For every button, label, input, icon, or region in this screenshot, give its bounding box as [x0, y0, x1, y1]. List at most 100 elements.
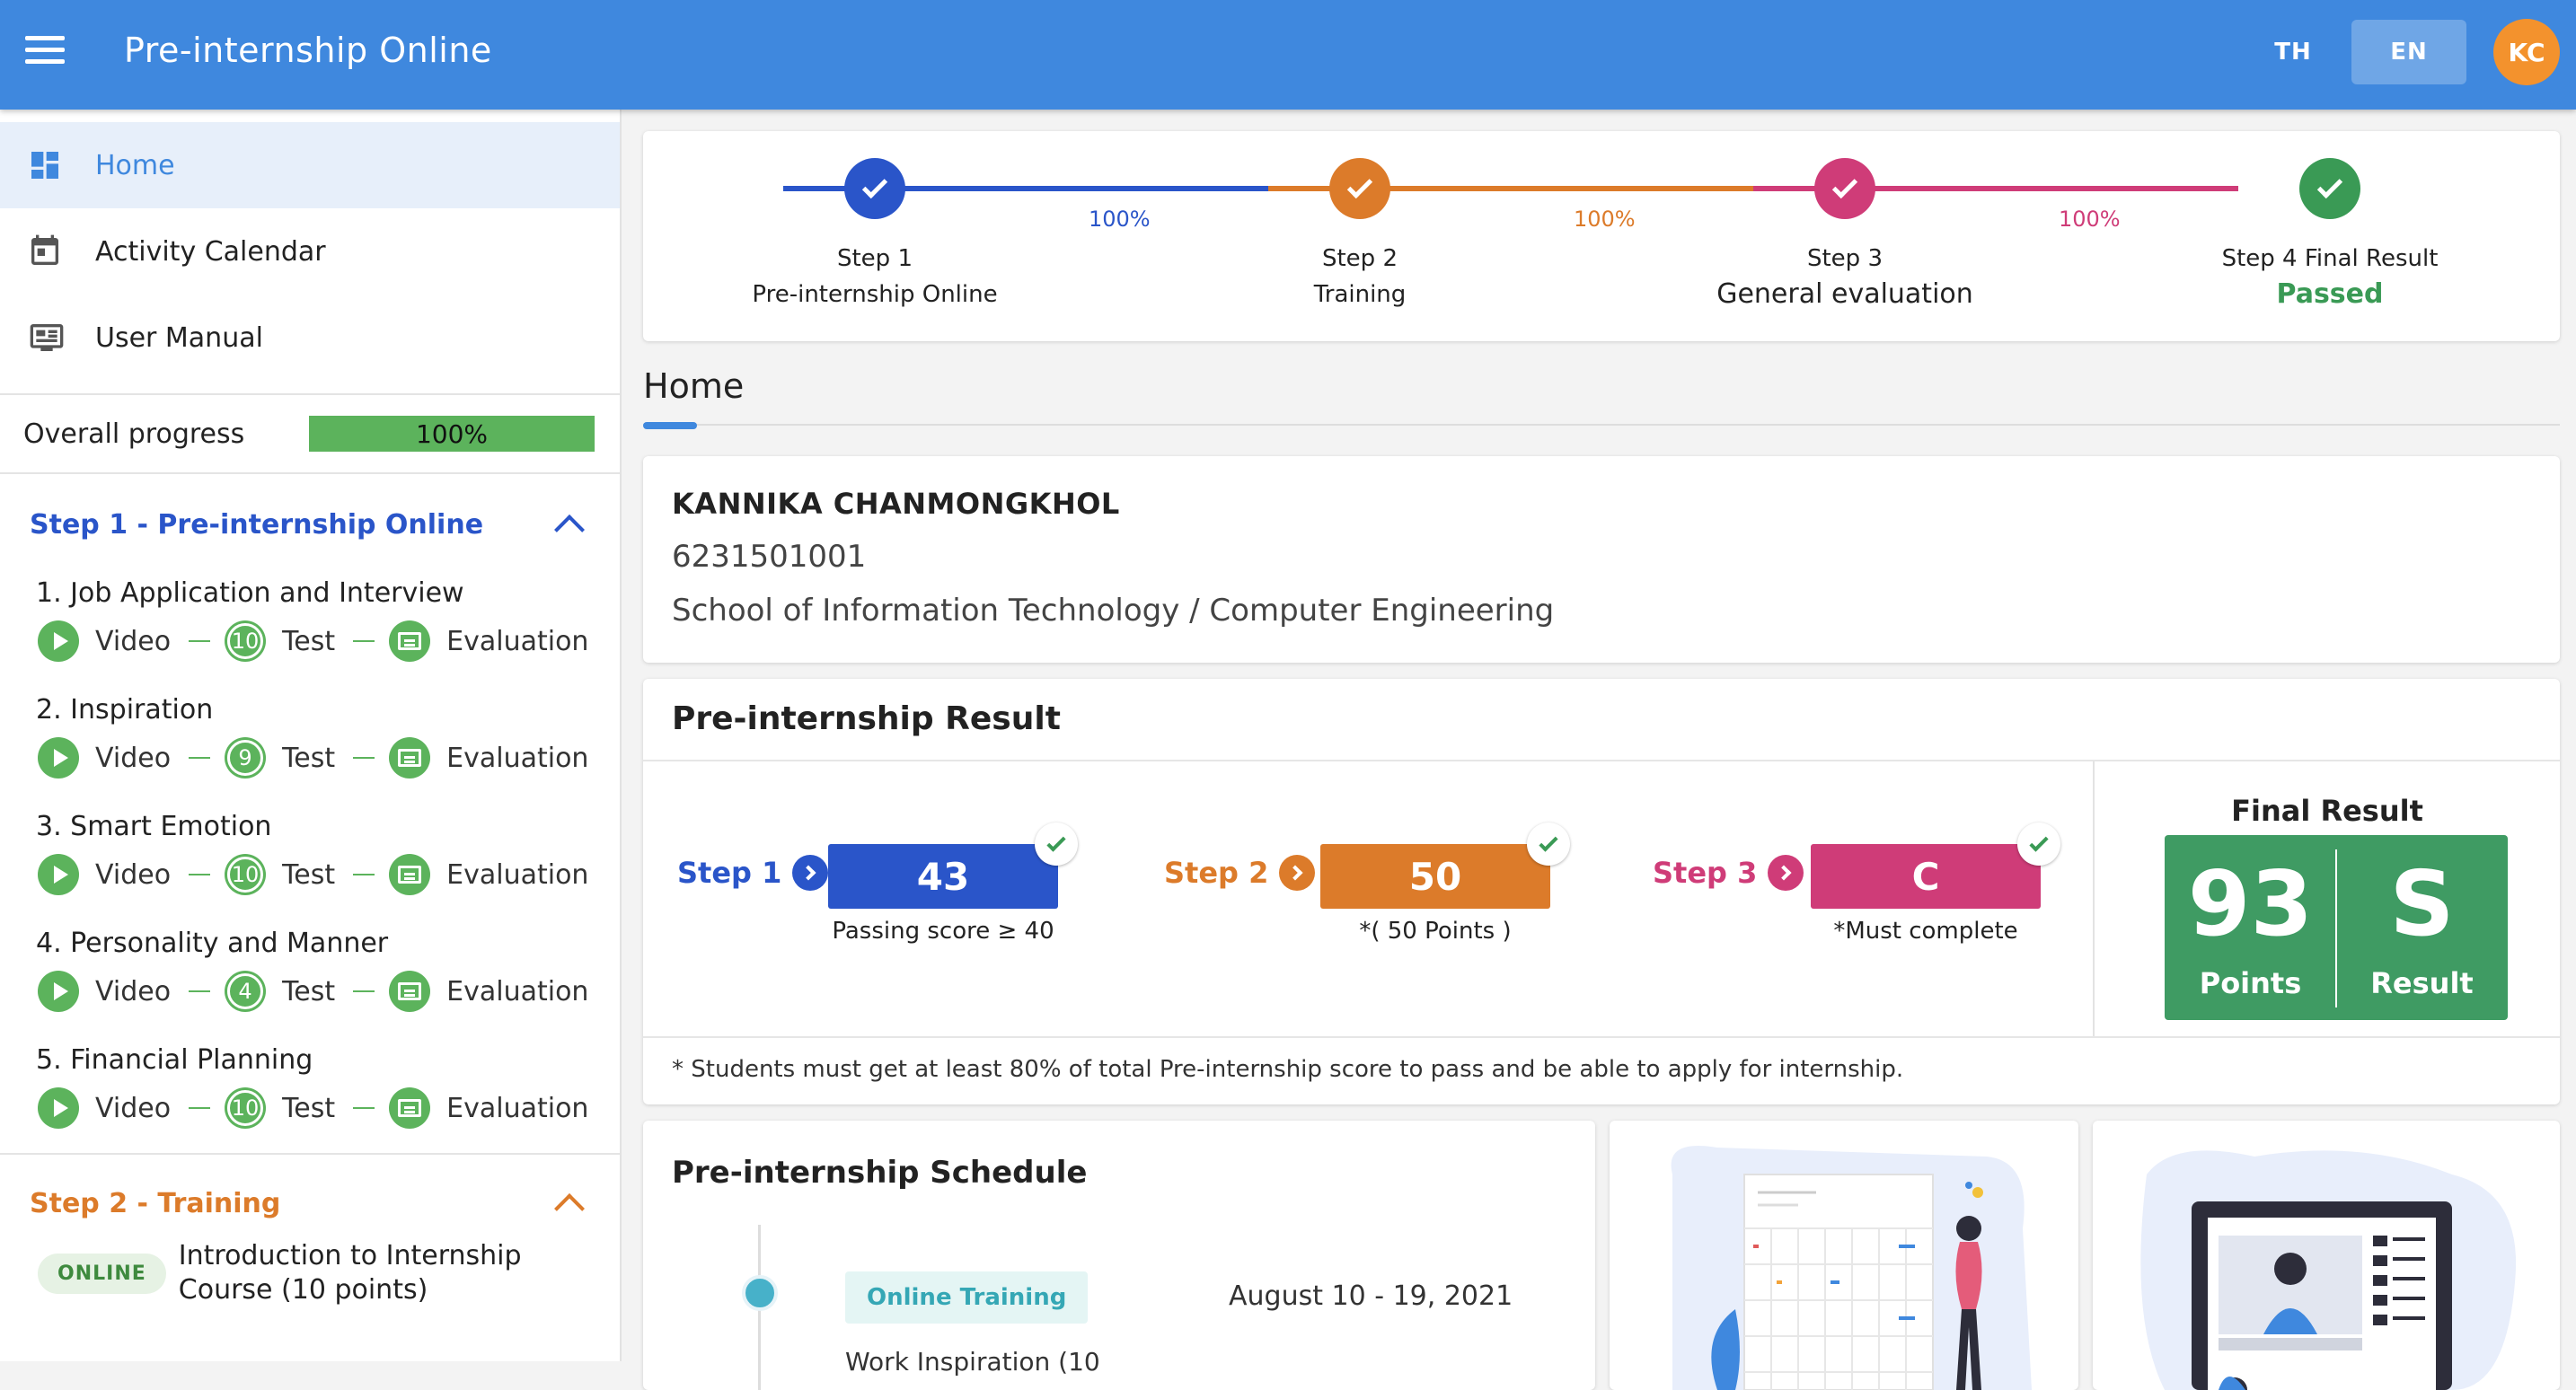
evaluation-icon[interactable] — [389, 1087, 431, 1129]
test-link[interactable]: Test — [282, 1093, 335, 1124]
chevron-right-icon — [1768, 855, 1804, 891]
step3-percent: 100% — [2059, 207, 2121, 232]
evaluation-link[interactable]: Evaluation — [446, 743, 588, 774]
evaluation-link[interactable]: Evaluation — [446, 1093, 588, 1124]
video-link[interactable]: Video — [95, 976, 171, 1007]
check-icon — [1527, 823, 1570, 866]
evaluation-icon[interactable] — [389, 971, 431, 1012]
profile-card: KANNIKA CHANMONGKHOL 6231501001 School o… — [643, 456, 2560, 663]
step2-line2: Training — [1313, 281, 1407, 308]
step1-percent: 100% — [1089, 207, 1151, 232]
result-step2-label: Step 2 — [1164, 856, 1269, 890]
calendar-icon — [27, 233, 63, 269]
test-count: 10 — [227, 857, 264, 893]
schedule-card: Pre-internship Schedule Online Training … — [643, 1121, 1595, 1390]
manual-icon — [27, 320, 64, 356]
evaluation-link[interactable]: Evaluation — [446, 859, 588, 891]
lesson-title: 4. Personality and Manner — [36, 928, 389, 959]
result-step3-score: C — [1811, 844, 2041, 909]
lesson-list: 1. Job Application and Interview Video 10 T… — [0, 557, 620, 1140]
app-bar: Pre-internship Online TH EN KC — [0, 0, 2576, 110]
video-link[interactable]: Video — [95, 1093, 171, 1124]
step2-section-toggle[interactable]: Step 2 - Training — [0, 1171, 620, 1236]
title-divider — [643, 424, 2560, 426]
connector-dash — [353, 990, 375, 992]
video-link[interactable]: Video — [95, 859, 171, 891]
test-count-badge[interactable]: 10 — [225, 854, 267, 895]
step2-percent: 100% — [1574, 207, 1636, 232]
test-link[interactable]: Test — [282, 859, 335, 891]
timeline-dot — [742, 1275, 778, 1311]
lesson-activities: Video 10 Test Evaluation — [0, 609, 620, 673]
play-icon[interactable] — [38, 737, 79, 779]
evaluation-icon[interactable] — [389, 737, 431, 779]
lesson-title: 1. Job Application and Interview — [36, 577, 464, 609]
result-step3-label: Step 3 — [1653, 856, 1758, 890]
schedule-date: August 10 - 19, 2021 — [1229, 1280, 1513, 1312]
test-count: 9 — [227, 740, 264, 776]
result-step1-label: Step 1 — [677, 856, 782, 890]
play-icon[interactable] — [38, 620, 79, 662]
connector-dash — [353, 757, 375, 759]
step1-section-toggle[interactable]: Step 1 - Pre-internship Online — [0, 492, 620, 557]
video-link[interactable]: Video — [95, 626, 171, 657]
step3-line1: Step 3 — [1806, 245, 1883, 272]
step4-status: Passed — [2276, 278, 2384, 310]
result-step3-link[interactable]: Step 3 — [1653, 855, 1804, 891]
evaluation-icon[interactable] — [389, 620, 431, 662]
step4-line1: Step 4 Final Result — [2221, 245, 2439, 272]
overall-progress: Overall progress 100% — [0, 395, 620, 472]
step1-check-icon[interactable] — [844, 158, 905, 219]
step2-check-icon[interactable] — [1329, 158, 1390, 219]
result-title: Pre-internship Result — [643, 679, 2560, 761]
evaluation-link[interactable]: Evaluation — [446, 976, 588, 1007]
nav-item-user-manual[interactable]: User Manual — [0, 295, 620, 381]
lesson-activities: Video 4 Test Evaluation — [0, 959, 620, 1024]
result-card: Pre-internship Result Step 1 43 Passing … — [643, 679, 2560, 1104]
play-icon[interactable] — [38, 1087, 79, 1129]
step3-label: Step 3 General evaluation — [1665, 241, 2025, 312]
test-count-badge[interactable]: 10 — [225, 1087, 267, 1129]
connector-dash — [189, 1107, 211, 1109]
test-link[interactable]: Test — [282, 743, 335, 774]
step4-label: Step 4 Final Result Passed — [2150, 241, 2510, 312]
test-count-badge[interactable]: 4 — [225, 971, 267, 1012]
result-step2-link[interactable]: Step 2 — [1164, 855, 1316, 891]
play-icon[interactable] — [38, 854, 79, 895]
evaluation-icon[interactable] — [389, 854, 431, 895]
result-step1-link[interactable]: Step 1 — [677, 855, 829, 891]
progress-stepper: 100% 100% 100% Step 1 Pre-internship Onl… — [643, 131, 2560, 341]
final-points-label: Points — [2199, 966, 2302, 1000]
chevron-up-icon — [554, 515, 585, 545]
step2-label: Step 2 Training — [1180, 241, 1539, 312]
final-points: 93 — [2187, 851, 2314, 956]
result-step1-note: Passing score ≥ 40 — [832, 918, 1054, 945]
menu-icon[interactable] — [25, 36, 65, 72]
online-badge: ONLINE — [38, 1253, 166, 1294]
lesson-title: 5. Financial Planning — [36, 1044, 313, 1076]
lesson-activities: Video 10 Test Evaluation — [0, 842, 620, 907]
nav-item-home[interactable]: Home — [0, 122, 620, 208]
step1-label: Step 1 Pre-internship Online — [695, 241, 1054, 312]
lang-th-button[interactable]: TH — [2253, 20, 2333, 84]
test-link[interactable]: Test — [282, 976, 335, 1007]
test-count-badge[interactable]: 9 — [225, 737, 267, 779]
evaluation-link[interactable]: Evaluation — [446, 626, 588, 657]
step4-check-icon[interactable] — [2299, 158, 2360, 219]
student-name: KANNIKA CHANMONGKHOL — [672, 487, 1120, 521]
video-illustration — [2093, 1121, 2560, 1390]
training-course-title[interactable]: Introduction to Internship Course (10 po… — [179, 1239, 556, 1307]
lesson-activities: Video 9 Test Evaluation — [0, 726, 620, 790]
test-link[interactable]: Test — [282, 626, 335, 657]
dashboard-icon — [27, 147, 63, 183]
avatar[interactable]: KC — [2493, 19, 2560, 85]
calendar-illustration — [1610, 1121, 2078, 1390]
nav-item-activity-calendar[interactable]: Activity Calendar — [0, 208, 620, 295]
play-icon[interactable] — [38, 971, 79, 1012]
test-count-badge[interactable]: 10 — [225, 620, 267, 662]
step3-check-icon[interactable] — [1814, 158, 1875, 219]
final-grade-label: Result — [2370, 966, 2474, 1000]
lang-en-button[interactable]: EN — [2351, 20, 2466, 84]
video-link[interactable]: Video — [95, 743, 171, 774]
nav-label-calendar: Activity Calendar — [95, 235, 326, 268]
